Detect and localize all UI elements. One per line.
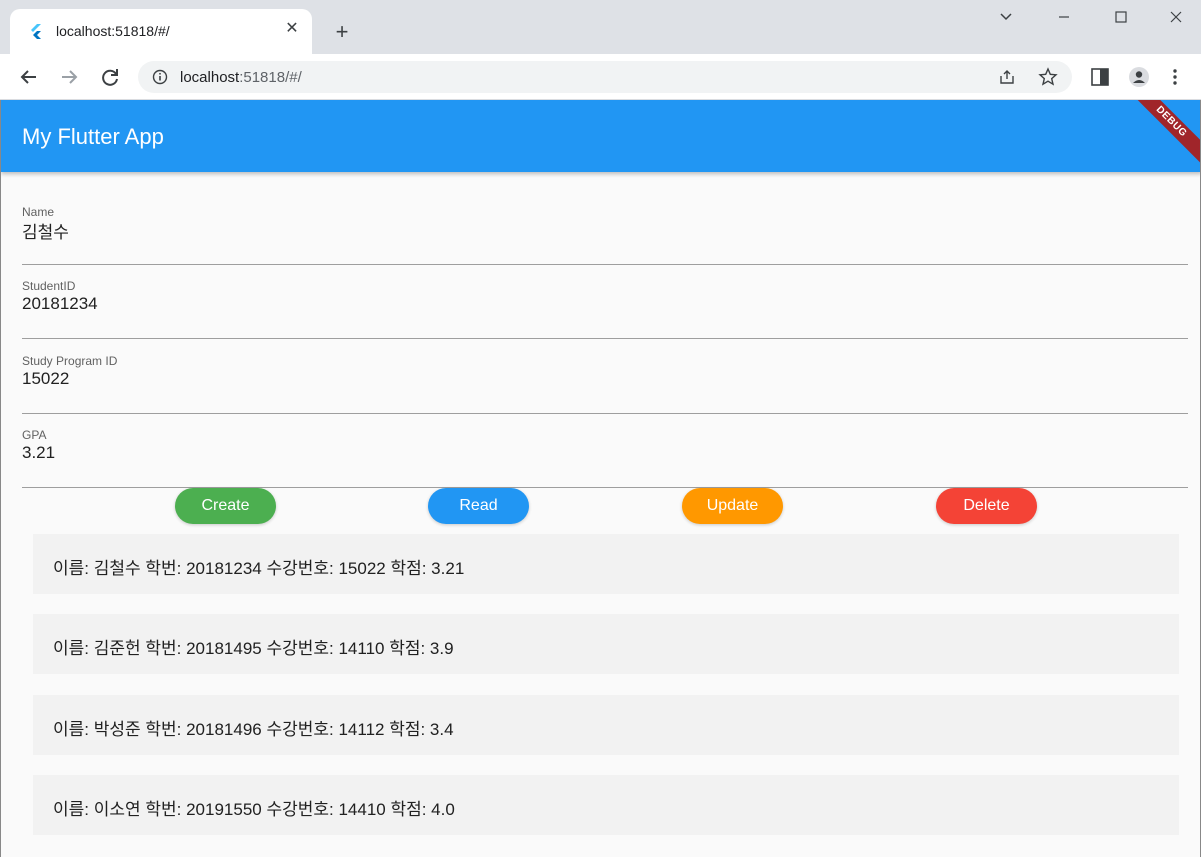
app-title: My Flutter App — [22, 124, 164, 149]
delete-button[interactable]: Delete — [936, 488, 1037, 524]
list-item-text: 이름: 김준헌 학번: 20181495 수강번호: 14110 학점: 3.9 — [53, 639, 454, 658]
student-id-label: StudentID — [22, 279, 76, 293]
new-tab-button[interactable]: + — [328, 18, 356, 46]
address-bar[interactable]: localhost:51818/#/ — [138, 61, 1072, 93]
tab-title: localhost:51818/#/ — [56, 23, 170, 39]
app-bar: My Flutter App — [1, 100, 1200, 172]
browser-titlebar: localhost:51818/#/ ✕ + — [0, 0, 1201, 54]
list-item[interactable]: 이름: 김준헌 학번: 20181495 수강번호: 14110 학점: 3.9 — [33, 614, 1179, 674]
forward-arrow-icon[interactable] — [55, 63, 83, 91]
url-text[interactable]: localhost:51818/#/ — [180, 69, 302, 86]
name-input[interactable] — [22, 220, 1188, 240]
list-item[interactable]: 이름: 박성준 학번: 20181496 수강번호: 14112 학점: 3.4 — [33, 695, 1179, 755]
gpa-field[interactable]: GPA — [22, 428, 1188, 488]
study-program-id-label: Study Program ID — [22, 354, 118, 368]
list-item[interactable]: 이름: 김철수 학번: 20181234 수강번호: 15022 학점: 3.2… — [33, 534, 1179, 594]
browser-tab[interactable]: localhost:51818/#/ ✕ — [10, 9, 312, 54]
gpa-label: GPA — [22, 428, 47, 442]
bookmark-star-icon[interactable] — [1038, 67, 1058, 87]
minimize-icon[interactable] — [1044, 6, 1084, 34]
flutter-icon — [31, 24, 41, 39]
profile-avatar-icon[interactable] — [1128, 66, 1150, 88]
study-program-id-input[interactable] — [22, 369, 1188, 389]
tab-search-icon[interactable] — [986, 6, 1026, 34]
info-icon[interactable] — [152, 69, 168, 85]
reload-icon[interactable] — [96, 63, 124, 91]
create-button[interactable]: Create — [175, 488, 276, 524]
name-field[interactable]: Name — [22, 205, 1188, 265]
update-button[interactable]: Update — [682, 488, 783, 524]
tab-close-icon[interactable]: ✕ — [282, 19, 302, 39]
student-id-field[interactable]: StudentID — [22, 279, 1188, 339]
back-arrow-icon[interactable] — [15, 63, 43, 91]
menu-kebab-icon[interactable] — [1164, 66, 1186, 88]
side-panel-icon[interactable] — [1089, 66, 1111, 88]
read-button[interactable]: Read — [428, 488, 529, 524]
student-id-input[interactable] — [22, 294, 1188, 314]
app-viewport: My Flutter App DEBUG Name StudentID Stud… — [0, 100, 1201, 857]
study-program-id-field[interactable]: Study Program ID — [22, 354, 1188, 414]
maximize-icon[interactable] — [1101, 6, 1141, 34]
list-item-text: 이름: 김철수 학번: 20181234 수강번호: 15022 학점: 3.2… — [53, 559, 465, 578]
list-item-text: 이름: 박성준 학번: 20181496 수강번호: 14112 학점: 3.4 — [53, 720, 454, 739]
list-item[interactable]: 이름: 이소연 학번: 20191550 수강번호: 14410 학점: 4.0 — [33, 775, 1179, 835]
gpa-input[interactable] — [22, 443, 1188, 463]
browser-toolbar: localhost:51818/#/ — [0, 54, 1201, 100]
share-icon[interactable] — [998, 68, 1016, 86]
name-label: Name — [22, 205, 55, 219]
close-window-icon[interactable] — [1156, 6, 1196, 34]
list-item-text: 이름: 이소연 학번: 20191550 수강번호: 14410 학점: 4.0 — [53, 800, 455, 819]
